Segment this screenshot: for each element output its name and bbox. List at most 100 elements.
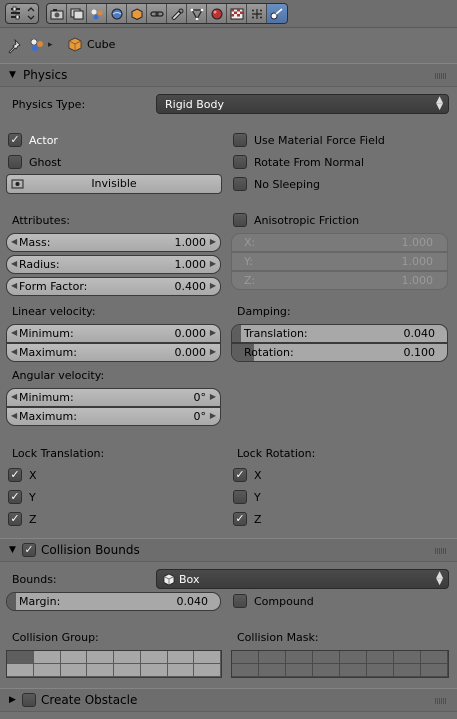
object-icon[interactable] — [127, 4, 147, 23]
layer-button[interactable] — [259, 664, 286, 677]
layer-button[interactable] — [140, 651, 168, 664]
texture-icon[interactable] — [227, 4, 247, 23]
collision-bounds-enable-checkbox[interactable]: ✓ — [22, 543, 36, 557]
collapse-triangle-icon[interactable]: ▼ — [9, 68, 16, 82]
angular-velocity-max-field[interactable]: ◀ Maximum: 0° ▶ — [6, 407, 221, 426]
pin-icon[interactable] — [6, 38, 22, 54]
decrement-arrow-icon[interactable]: ◀ — [11, 392, 17, 401]
collision-mask-layers[interactable] — [231, 650, 449, 678]
decrement-arrow-icon[interactable]: ◀ — [11, 328, 17, 337]
decrement-arrow-icon[interactable]: ◀ — [11, 237, 17, 246]
linear-velocity-min-field[interactable]: ◀ Minimum: 0.000 ▶ — [6, 324, 221, 343]
radius-field[interactable]: ◀ Radius: 1.000 ▶ — [6, 255, 221, 274]
collision-group-layers[interactable] — [6, 650, 222, 678]
form-factor-field[interactable]: ◀ Form Factor: 0.400 ▶ — [6, 277, 221, 296]
layer-button[interactable] — [286, 664, 313, 677]
angular-velocity-min-field[interactable]: ◀ Minimum: 0° ▶ — [6, 388, 221, 407]
render-layers-icon[interactable] — [67, 4, 87, 23]
layer-button[interactable] — [421, 664, 448, 677]
physics-type-dropdown[interactable]: Rigid Body ▲ ▼ — [156, 94, 449, 114]
margin-slider[interactable]: Margin: 0.040 — [6, 592, 221, 611]
decrement-arrow-icon[interactable]: ◀ — [11, 411, 17, 420]
layer-button[interactable] — [421, 651, 448, 664]
no-sleeping-checkbox[interactable] — [233, 177, 247, 191]
bounds-dropdown[interactable]: Box ▲ ▼ — [156, 569, 449, 589]
collapse-triangle-icon[interactable]: ▼ — [9, 543, 16, 557]
increment-arrow-icon[interactable]: ▶ — [210, 347, 216, 356]
layer-button[interactable] — [140, 664, 168, 677]
layer-button[interactable] — [313, 664, 340, 677]
layer-button[interactable] — [87, 651, 114, 664]
layer-button[interactable] — [7, 651, 34, 664]
layer-button[interactable] — [367, 651, 394, 664]
physics-panel-header[interactable]: ▼ Physics — [0, 63, 457, 87]
increment-arrow-icon[interactable]: ▶ — [210, 328, 216, 337]
expand-triangle-icon[interactable]: ▶ — [9, 693, 16, 707]
layer-button[interactable] — [114, 651, 141, 664]
layer-button[interactable] — [194, 664, 221, 677]
physics-icon[interactable] — [267, 4, 287, 23]
layer-button[interactable] — [167, 651, 195, 664]
lock-rotation-y-checkbox[interactable] — [233, 490, 247, 504]
layer-button[interactable] — [394, 664, 421, 677]
layer-button[interactable] — [232, 651, 259, 664]
layer-button[interactable] — [33, 664, 61, 677]
material-icon[interactable] — [207, 4, 227, 23]
increment-arrow-icon[interactable]: ▶ — [210, 281, 216, 290]
particles-icon[interactable] — [247, 4, 267, 23]
layer-button[interactable] — [259, 651, 286, 664]
layer-button[interactable] — [87, 664, 114, 677]
lock-translation-y-checkbox[interactable]: ✓ — [8, 490, 22, 504]
decrement-arrow-icon[interactable]: ◀ — [11, 347, 17, 356]
editor-type-button[interactable] — [5, 3, 39, 24]
use-material-force-field-checkbox[interactable] — [233, 133, 247, 147]
layer-button[interactable] — [194, 651, 221, 664]
layer-button[interactable] — [340, 651, 367, 664]
decrement-arrow-icon[interactable]: ◀ — [11, 259, 17, 268]
decrement-arrow-icon[interactable]: ◀ — [11, 281, 17, 290]
drag-handle-icon[interactable] — [435, 73, 447, 79]
world-icon[interactable] — [107, 4, 127, 23]
constraints-icon[interactable] — [147, 4, 167, 23]
layer-button[interactable] — [60, 651, 88, 664]
layer-button[interactable] — [114, 664, 141, 677]
actor-checkbox[interactable]: ✓ — [8, 133, 22, 147]
anisotropic-friction-checkbox[interactable] — [233, 213, 247, 227]
mass-field[interactable]: ◀ Mass: 1.000 ▶ — [6, 233, 221, 252]
lock-rotation-z-checkbox[interactable]: ✓ — [233, 512, 247, 526]
collision-bounds-panel-header[interactable]: ▼ ✓ Collision Bounds — [0, 538, 457, 562]
anisotropic-friction-label: Anisotropic Friction — [254, 214, 360, 227]
translation-damping-slider[interactable]: Translation: 0.040 — [231, 324, 448, 343]
layer-button[interactable] — [286, 651, 313, 664]
layer-button[interactable] — [60, 664, 88, 677]
increment-arrow-icon[interactable]: ▶ — [210, 411, 216, 420]
increment-arrow-icon[interactable]: ▶ — [210, 237, 216, 246]
drag-handle-icon[interactable] — [435, 548, 447, 554]
layer-button[interactable] — [232, 664, 259, 677]
layer-button[interactable] — [313, 651, 340, 664]
create-obstacle-panel-header[interactable]: ▶ Create Obstacle — [0, 688, 457, 712]
lock-translation-x-checkbox[interactable]: ✓ — [8, 468, 22, 482]
lock-translation-z-checkbox[interactable]: ✓ — [8, 512, 22, 526]
scene-icon[interactable] — [87, 4, 107, 23]
layer-button[interactable] — [7, 664, 34, 677]
layer-button[interactable] — [167, 664, 195, 677]
increment-arrow-icon[interactable]: ▶ — [210, 259, 216, 268]
compound-checkbox[interactable] — [233, 594, 247, 608]
layer-button[interactable] — [340, 664, 367, 677]
drag-handle-icon[interactable] — [435, 698, 447, 704]
rotation-damping-slider[interactable]: Rotation: 0.100 — [231, 343, 448, 362]
layer-button[interactable] — [367, 664, 394, 677]
ghost-checkbox[interactable] — [8, 155, 22, 169]
render-icon[interactable] — [47, 4, 67, 23]
rotate-from-normal-checkbox[interactable] — [233, 155, 247, 169]
data-icon[interactable] — [187, 4, 207, 23]
linear-velocity-max-field[interactable]: ◀ Maximum: 0.000 ▶ — [6, 343, 221, 362]
lock-rotation-x-checkbox[interactable]: ✓ — [233, 468, 247, 482]
invisible-toggle[interactable]: Invisible — [6, 174, 222, 194]
increment-arrow-icon[interactable]: ▶ — [210, 392, 216, 401]
modifiers-icon[interactable] — [167, 4, 187, 23]
create-obstacle-enable-checkbox[interactable] — [22, 693, 36, 707]
layer-button[interactable] — [33, 651, 61, 664]
layer-button[interactable] — [394, 651, 421, 664]
